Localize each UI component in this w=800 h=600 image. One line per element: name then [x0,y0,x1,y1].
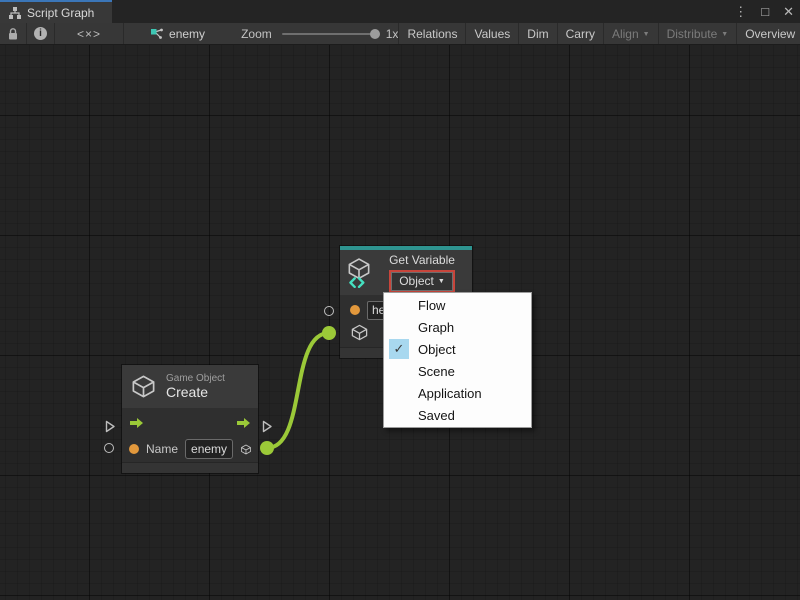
overview-button[interactable]: Overview [736,23,800,44]
string-port-icon[interactable] [129,444,139,454]
distribute-button[interactable]: Distribute ▼ [658,23,737,44]
lock-icon [7,27,19,41]
create-node-footer [122,462,258,473]
create-game-object-node[interactable]: Game Object Create Name enemy [122,365,258,473]
tab-label: Script Graph [27,6,94,20]
get-variable-icon [346,258,372,288]
menu-item-application[interactable]: Application [384,382,531,404]
chevron-down-icon: ▼ [721,31,728,38]
carry-button[interactable]: Carry [557,23,603,44]
menu-item-flow[interactable]: Flow [384,294,531,316]
game-object-output-port-icon[interactable] [240,440,252,459]
align-label: Align [612,27,639,41]
graph-breadcrumb[interactable]: enemy [150,23,205,44]
create-node-header[interactable]: Game Object Create [122,365,258,408]
string-port-icon[interactable] [350,305,360,315]
maximize-icon[interactable]: □ [761,5,769,18]
scope-dropdown-menu: Flow Graph ✓ Object Scene Application Sa… [383,292,532,428]
name-port-row: Name enemy [129,436,252,462]
connection-wire[interactable] [267,333,329,448]
script-graph-asset-icon [150,27,164,41]
flow-port-row [129,410,252,436]
create-node-titles: Game Object Create [166,373,225,400]
variable-name-port[interactable] [324,306,334,316]
code-view-button[interactable]: <×> [55,23,124,44]
wire-endpoint-source[interactable] [260,441,274,455]
window-controls: ⋮ □ ✕ [734,0,794,23]
chevron-down-icon: ▼ [438,278,445,285]
window-menu-icon[interactable]: ⋮ [734,5,747,18]
tab-script-graph[interactable]: Script Graph [0,0,112,23]
info-button[interactable]: i [27,23,55,44]
flow-input-port[interactable] [104,419,116,434]
zoom-label: Zoom [241,23,272,44]
name-input-port[interactable] [104,443,114,453]
create-node-body: Name enemy [122,408,258,462]
align-button[interactable]: Align ▼ [603,23,658,44]
menu-item-object[interactable]: ✓ Object [384,338,531,360]
chevron-down-icon: ▼ [643,31,650,38]
toolbar: i <×> enemy Zoom 1x Relations Values Dim… [0,23,800,45]
object-input-port-icon[interactable] [350,323,369,342]
distribute-label: Distribute [667,27,718,41]
get-variable-head-column: Get Variable Object ▼ [376,253,468,293]
menu-item-graph[interactable]: Graph [384,316,531,338]
game-object-cube-icon [130,373,157,400]
zoom-slider-handle[interactable] [370,29,380,39]
wire-endpoint-target[interactable] [322,326,336,340]
menu-item-saved[interactable]: Saved [384,404,531,426]
toolbar-right-group: Relations Values Dim Carry Align ▼ Distr… [398,23,800,44]
checkmark-icon: ✓ [389,339,409,359]
name-port-label: Name [146,442,178,456]
graph-tab-icon [8,6,22,20]
dim-button[interactable]: Dim [518,23,556,44]
lock-button[interactable] [0,23,27,44]
node-category-label: Game Object [166,373,225,384]
node-title: Get Variable [389,253,455,267]
close-icon[interactable]: ✕ [783,5,794,18]
relations-button[interactable]: Relations [398,23,465,44]
menu-item-object-label: Object [418,342,456,357]
name-input[interactable]: enemy [185,439,233,459]
values-button[interactable]: Values [465,23,518,44]
scope-dropdown[interactable]: Object ▼ [391,272,453,291]
zoom-value: 1x [386,23,399,44]
scope-dropdown-selection-highlight: Object ▼ [389,270,455,293]
zoom-slider-track[interactable] [282,33,380,35]
get-variable-header[interactable]: Get Variable Object ▼ [340,250,472,295]
flow-output-port[interactable] [261,419,273,434]
zoom-slider[interactable] [282,23,380,44]
info-icon: i [34,27,47,40]
graph-canvas[interactable]: Game Object Create Name enemy [0,45,800,600]
graph-name-label: enemy [169,27,205,41]
flow-output-arrow-icon[interactable] [236,415,252,431]
tab-bar: Script Graph ⋮ □ ✕ [0,0,800,23]
menu-item-scene[interactable]: Scene [384,360,531,382]
flow-input-arrow-icon[interactable] [129,415,145,431]
code-icon: <×> [77,27,101,41]
scope-dropdown-value: Object [399,274,434,288]
node-title: Create [166,384,225,400]
